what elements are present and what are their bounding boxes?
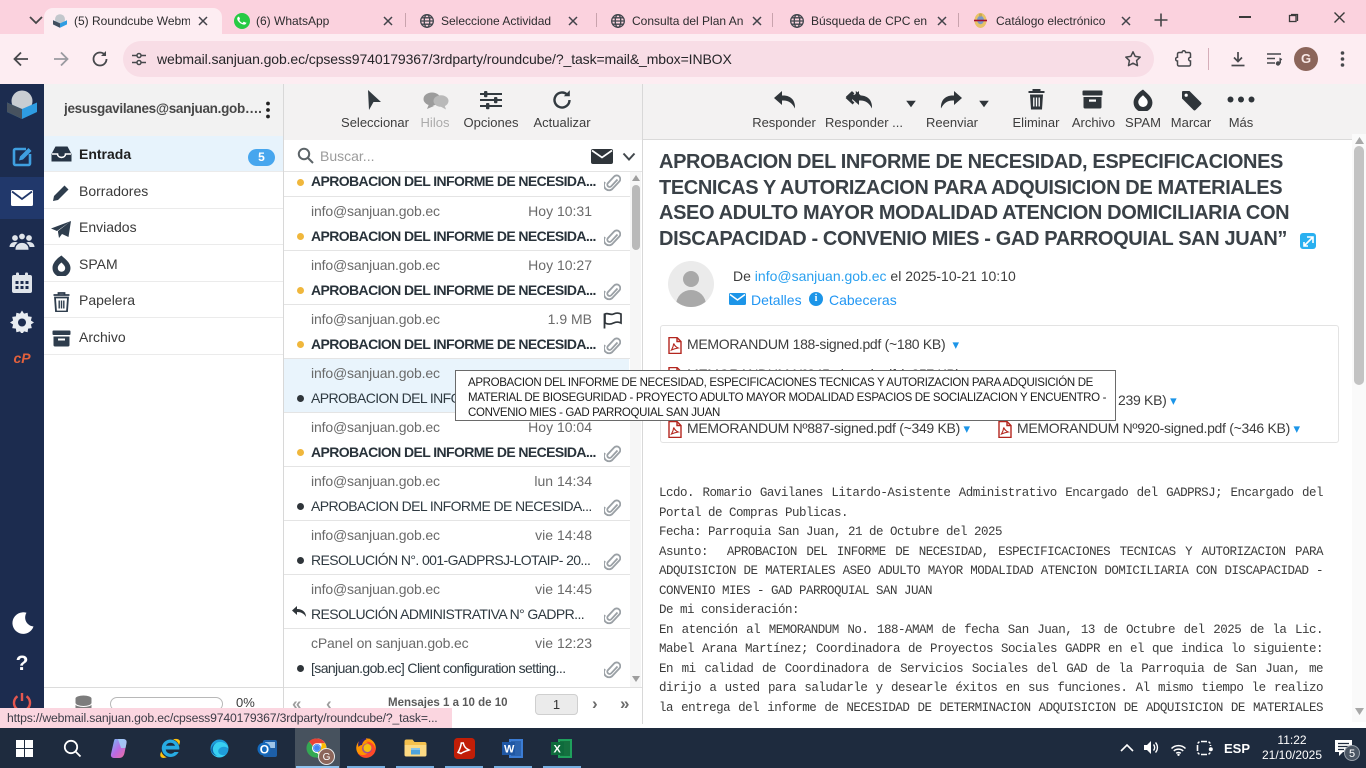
svg-text:O: O: [260, 743, 269, 757]
svg-text:W: W: [504, 744, 515, 756]
svg-text:X: X: [554, 744, 562, 756]
